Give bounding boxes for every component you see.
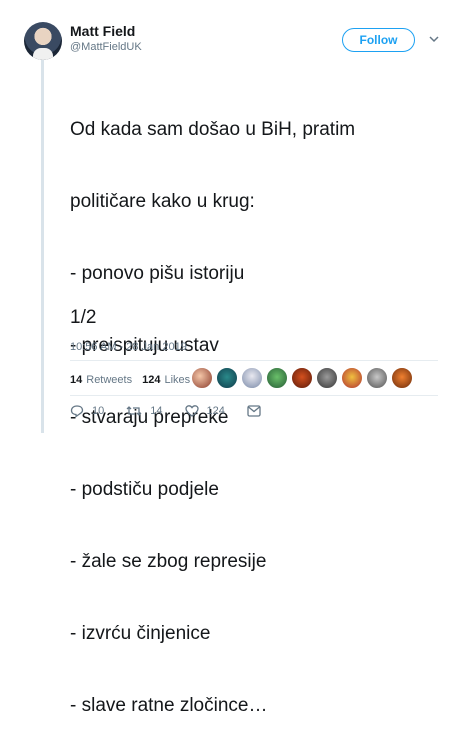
reply-icon <box>70 405 84 418</box>
timestamp[interactable]: 10:56 AM - 28 Jan 2019 <box>70 341 187 353</box>
envelope-icon <box>247 405 261 417</box>
liker-avatar[interactable] <box>241 367 263 389</box>
follow-button[interactable]: Follow <box>342 28 415 52</box>
heart-icon <box>184 405 199 417</box>
user-name[interactable]: Matt Field <box>70 23 135 39</box>
like-button[interactable]: 124 <box>184 404 225 418</box>
liker-avatar[interactable] <box>341 367 363 389</box>
liker-avatars <box>191 367 416 389</box>
liker-avatar[interactable] <box>266 367 288 389</box>
user-handle[interactable]: @MattFieldUK <box>70 41 142 53</box>
action-bar: 10 14 124 <box>70 404 291 418</box>
avatar[interactable] <box>24 22 62 60</box>
reply-count: 10 <box>92 405 105 417</box>
tweet-line: - izvrću činjenice <box>70 623 211 644</box>
liker-avatar[interactable] <box>366 367 388 389</box>
reply-button[interactable]: 10 <box>70 404 104 418</box>
tweet-line: - podstiču podjele <box>70 479 219 500</box>
liker-avatar[interactable] <box>316 367 338 389</box>
thread-counter: 1/2 <box>70 307 97 328</box>
tweet-line: - žale se zbog represije <box>70 551 267 572</box>
thread-line <box>41 58 44 433</box>
likes-count[interactable]: 124 <box>142 374 160 386</box>
retweet-icon <box>126 406 142 416</box>
liker-avatar[interactable] <box>191 367 213 389</box>
tweet-line: političare kako u krug: <box>70 191 255 212</box>
divider <box>70 395 438 396</box>
direct-message-button[interactable] <box>247 405 269 417</box>
retweet-button[interactable]: 14 <box>126 404 163 418</box>
like-count: 124 <box>206 405 225 417</box>
engagement-stats: 14 Retweets 124 Likes <box>70 374 190 386</box>
tweet-line: - slave ratne zločince… <box>70 695 268 716</box>
retweet-count: 14 <box>150 405 163 417</box>
tweet-line: Od kada sam došao u BiH, pratim <box>70 119 356 140</box>
retweets-count[interactable]: 14 <box>70 374 82 386</box>
liker-avatar[interactable] <box>216 367 238 389</box>
liker-avatar[interactable] <box>291 367 313 389</box>
retweets-label[interactable]: Retweets <box>86 374 132 386</box>
divider <box>70 360 438 361</box>
liker-avatar[interactable] <box>391 367 413 389</box>
likes-label[interactable]: Likes <box>164 374 190 386</box>
chevron-down-icon[interactable] <box>428 33 440 45</box>
tweet-line: - ponovo pišu istoriju <box>70 263 245 284</box>
